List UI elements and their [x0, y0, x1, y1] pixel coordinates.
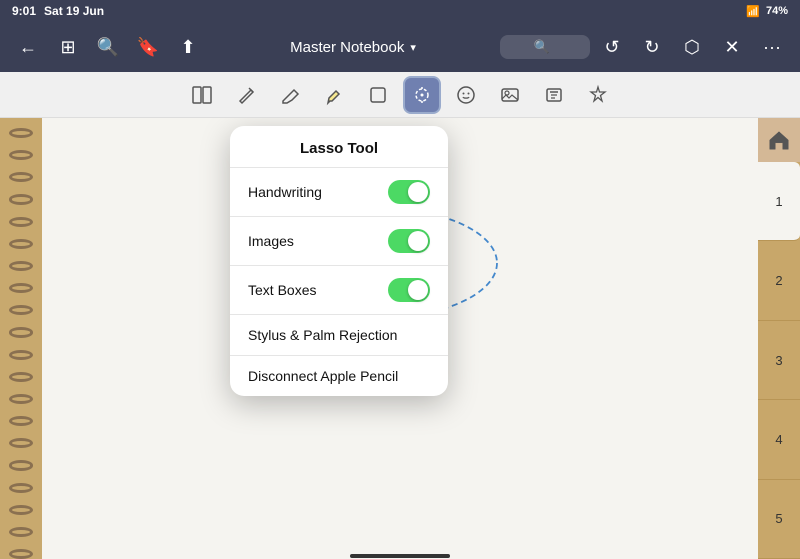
spiral-ring: [9, 394, 33, 404]
toggle-2[interactable]: [388, 278, 430, 302]
toolbar-left: ← ⊞ 🔍 🔖 ⬆: [10, 29, 206, 65]
home-icon: [766, 126, 792, 154]
sticker-tool[interactable]: [447, 76, 485, 114]
battery-wifi: 📶: [746, 5, 760, 18]
popup-row-0[interactable]: Handwriting: [230, 168, 448, 217]
tab-2[interactable]: 2: [758, 241, 800, 320]
battery-percent: 74%: [766, 5, 788, 17]
status-left: 9:01 Sat 19 Jun: [12, 4, 104, 18]
popup-row-2[interactable]: Text Boxes: [230, 266, 448, 315]
search-icon: 🔍: [534, 39, 550, 55]
popup-row-label-0: Handwriting: [248, 184, 322, 200]
bottom-bar: [0, 553, 800, 559]
spiral-ring: [9, 438, 33, 448]
home-indicator: [350, 554, 450, 558]
date: Sat 19 Jun: [44, 4, 104, 18]
status-bar: 9:01 Sat 19 Jun 📶 74%: [0, 0, 800, 22]
popup-row-3[interactable]: Stylus & Palm Rejection: [230, 315, 448, 356]
popup-row-label-2: Text Boxes: [248, 282, 316, 298]
toggle-1[interactable]: [388, 229, 430, 253]
spiral-ring: [9, 416, 33, 426]
close-button[interactable]: ✕: [714, 29, 750, 65]
export-button[interactable]: ⬡: [674, 29, 710, 65]
spiral-ring: [9, 128, 33, 138]
spiral-binding: [0, 118, 42, 559]
spiral-ring: [9, 283, 33, 293]
spiral-ring: [9, 505, 33, 515]
spiral-ring: [9, 194, 33, 204]
notebook-view-tool[interactable]: [183, 76, 221, 114]
more-button[interactable]: ···: [754, 29, 790, 65]
lasso-tool[interactable]: [403, 76, 441, 114]
lasso-popup: Lasso Tool Handwriting Images Text Boxes St…: [230, 126, 448, 396]
status-right: 📶 74%: [746, 5, 788, 18]
spiral-ring: [9, 460, 33, 470]
popup-row-label-3: Stylus & Palm Rejection: [248, 327, 397, 343]
spiral-ring: [9, 261, 33, 271]
tab-1[interactable]: 1: [758, 162, 800, 241]
pen-tool[interactable]: [227, 76, 265, 114]
popup-row-4[interactable]: Disconnect Apple Pencil: [230, 356, 448, 396]
toggle-knob-2: [408, 280, 428, 300]
toolbar-right: 🔍 ↺ ↻ ⬡ ✕ ···: [500, 29, 790, 65]
popup-row-1[interactable]: Images: [230, 217, 448, 266]
spiral-ring: [9, 217, 33, 227]
share-button[interactable]: ⬆: [170, 29, 206, 65]
main-content: Lasso Tool Handwriting Images Text Boxes St…: [0, 118, 800, 559]
annotation-tool[interactable]: [579, 76, 617, 114]
tab-3[interactable]: 3: [758, 321, 800, 400]
notebook-page[interactable]: Lasso Tool Handwriting Images Text Boxes St…: [42, 118, 758, 559]
dropdown-chevron: ▾: [410, 41, 416, 54]
draw-toolbar: [0, 72, 800, 118]
spiral-ring: [9, 372, 33, 382]
toolbar-center: Master Notebook ▾: [290, 39, 416, 56]
spiral-ring: [9, 327, 33, 337]
search-bar[interactable]: 🔍: [500, 35, 590, 59]
tab-5[interactable]: 5: [758, 480, 800, 559]
spiral-ring: [9, 527, 33, 537]
grid-button[interactable]: ⊞: [50, 29, 86, 65]
back-button[interactable]: ←: [10, 29, 46, 65]
spiral-ring: [9, 150, 33, 160]
toggle-knob-0: [408, 182, 428, 202]
top-toolbar: ← ⊞ 🔍 🔖 ⬆ Master Notebook ▾ 🔍 ↺ ↻ ⬡ ✕ ··…: [0, 22, 800, 72]
spiral-ring: [9, 305, 33, 315]
popup-title: Lasso Tool: [230, 126, 448, 168]
home-tab[interactable]: [758, 118, 800, 162]
popup-row-label-4: Disconnect Apple Pencil: [248, 368, 398, 384]
shapes-tool[interactable]: [359, 76, 397, 114]
highlighter-tool[interactable]: [315, 76, 353, 114]
notebook-title-text: Master Notebook: [290, 39, 404, 56]
toggle-0[interactable]: [388, 180, 430, 204]
image-tool[interactable]: [491, 76, 529, 114]
spiral-ring: [9, 483, 33, 493]
spiral-ring: [9, 239, 33, 249]
textbox-tool[interactable]: [535, 76, 573, 114]
notebook-title-button[interactable]: Master Notebook ▾: [290, 39, 416, 56]
toggle-knob-1: [408, 231, 428, 251]
tabs-right: 1 2 3 4 5: [758, 118, 800, 559]
bookmark-button[interactable]: 🔖: [130, 29, 166, 65]
popup-row-label-1: Images: [248, 233, 294, 249]
redo-button[interactable]: ↻: [634, 29, 670, 65]
undo-button[interactable]: ↺: [594, 29, 630, 65]
tab-4[interactable]: 4: [758, 400, 800, 479]
spiral-ring: [9, 172, 33, 182]
search-button[interactable]: 🔍: [90, 29, 126, 65]
eraser-tool[interactable]: [271, 76, 309, 114]
time: 9:01: [12, 4, 36, 18]
spiral-ring: [9, 350, 33, 360]
